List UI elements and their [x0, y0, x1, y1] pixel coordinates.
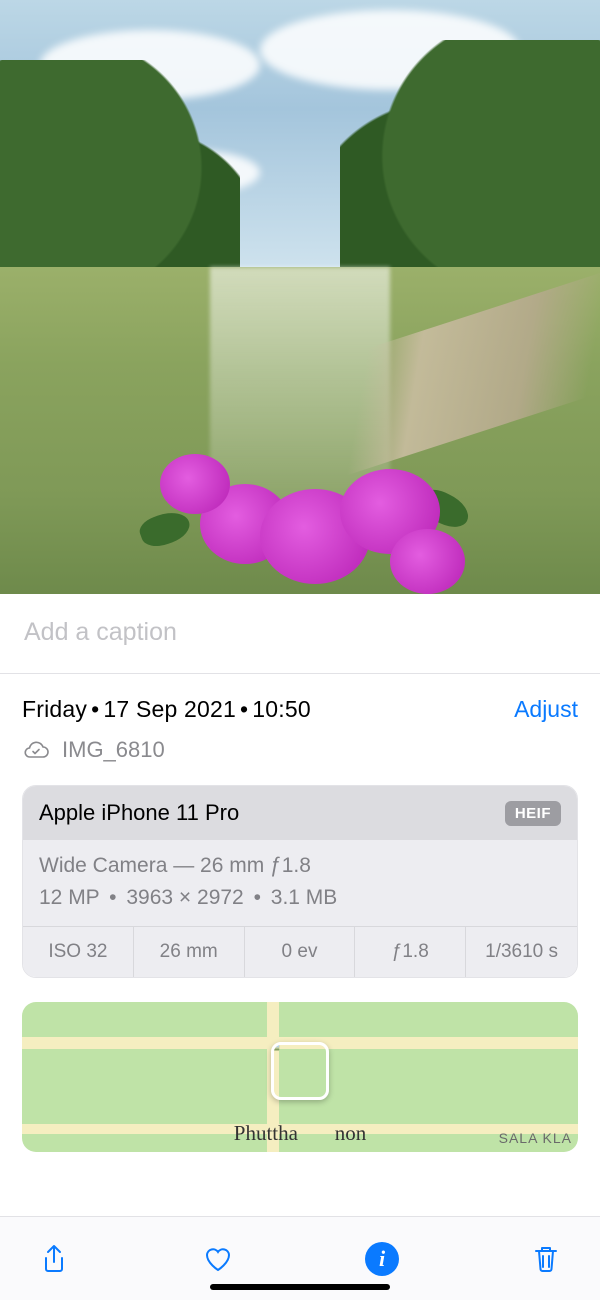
photo-datetime: Friday•17 Sep 2021•10:50 — [22, 696, 311, 723]
map-place-secondary: SALA KLA — [499, 1130, 572, 1146]
spec-focal: 26 mm — [134, 927, 245, 977]
favorite-button[interactable] — [198, 1239, 238, 1279]
photo-metadata: Friday•17 Sep 2021•10:50 Adjust IMG_6810 — [0, 674, 600, 763]
cloud-synced-icon — [22, 739, 50, 761]
camera-device: Apple iPhone 11 Pro — [39, 800, 239, 826]
camera-stats: 12 MP • 3963 × 2972 • 3.1 MB — [39, 886, 561, 910]
location-map[interactable]: Phuttha non SALA KLA — [22, 1002, 578, 1152]
spec-aperture: ƒ1.8 — [355, 927, 466, 977]
home-indicator[interactable] — [210, 1284, 390, 1290]
camera-filesize: 3.1 MB — [271, 886, 338, 909]
spec-iso: ISO 32 — [23, 927, 134, 977]
camera-info-card: Apple iPhone 11 Pro HEIF Wide Camera — 2… — [22, 785, 578, 978]
camera-lens: Wide Camera — 26 mm ƒ1.8 — [39, 854, 561, 878]
photo-preview[interactable] — [0, 0, 600, 594]
info-icon: i — [365, 1242, 399, 1276]
format-badge: HEIF — [505, 801, 561, 826]
map-place-label: Phuttha non — [234, 1121, 366, 1146]
photo-date: 17 Sep 2021 — [103, 696, 236, 722]
camera-mp: 12 MP — [39, 886, 99, 909]
caption-field[interactable]: Add a caption — [0, 594, 600, 673]
camera-dimensions: 3963 × 2972 — [126, 886, 243, 909]
delete-button[interactable] — [526, 1239, 566, 1279]
camera-specs-row: ISO 32 26 mm 0 ev ƒ1.8 1/3610 s — [23, 926, 577, 977]
photo-filename: IMG_6810 — [62, 737, 165, 763]
heart-icon — [202, 1243, 234, 1275]
share-button[interactable] — [34, 1239, 74, 1279]
map-photo-pin[interactable] — [271, 1042, 329, 1100]
info-button[interactable]: i — [362, 1239, 402, 1279]
trash-icon — [530, 1243, 562, 1275]
spec-shutter: 1/3610 s — [466, 927, 577, 977]
adjust-button[interactable]: Adjust — [514, 696, 578, 723]
share-icon — [38, 1243, 70, 1275]
photo-time: 10:50 — [252, 696, 311, 722]
flowers — [140, 404, 460, 594]
spec-ev: 0 ev — [245, 927, 356, 977]
photo-day: Friday — [22, 696, 87, 722]
